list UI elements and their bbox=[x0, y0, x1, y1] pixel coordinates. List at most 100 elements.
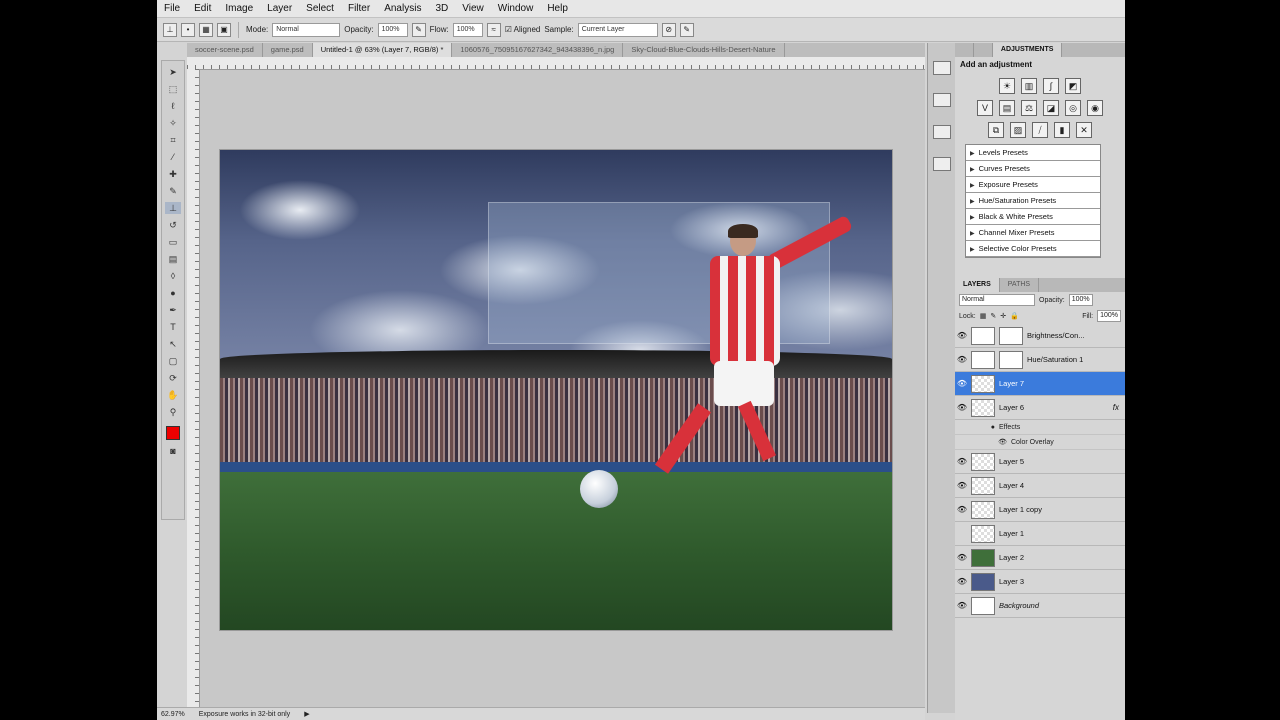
move-tool-icon[interactable]: ➤ bbox=[165, 66, 181, 78]
menu-filter[interactable]: Filter bbox=[341, 3, 377, 14]
layer-row[interactable]: 👁 Layer 1 copy bbox=[955, 498, 1125, 522]
3d-rotate-tool-icon[interactable]: ⟳ bbox=[165, 372, 181, 384]
visibility-eye-icon[interactable]: 👁 bbox=[955, 481, 969, 490]
visibility-eye-icon[interactable]: 👁 bbox=[955, 379, 969, 388]
photo-filter-icon[interactable]: ◎ bbox=[1065, 100, 1081, 116]
exposure-icon[interactable]: ◩ bbox=[1065, 78, 1081, 94]
curves-icon[interactable]: ∫ bbox=[1043, 78, 1059, 94]
toggle-clone-source-icon[interactable]: ▣ bbox=[217, 22, 231, 37]
tab-paths[interactable]: PATHS bbox=[1000, 278, 1040, 292]
ignore-adjustment-icon[interactable]: ⊘ bbox=[661, 22, 676, 37]
layer-row[interactable]: 👁 Layer 4 bbox=[955, 474, 1125, 498]
black-white-icon[interactable]: ◪ bbox=[1043, 100, 1059, 116]
tab-document[interactable]: Sky-Cloud-Blue-Clouds-Hills-Desert-Natur… bbox=[623, 43, 785, 57]
shape-tool-icon[interactable]: ▢ bbox=[165, 355, 181, 367]
layer-mask-thumbnail[interactable] bbox=[999, 326, 1023, 345]
crop-tool-icon[interactable]: ⌗ bbox=[165, 134, 181, 146]
effect-item-row[interactable]: 👁 Color Overlay bbox=[955, 435, 1125, 450]
visibility-eye-icon[interactable]: 👁 bbox=[955, 457, 969, 466]
preset-item[interactable]: Exposure Presets bbox=[966, 177, 1100, 193]
preset-item[interactable]: Levels Presets bbox=[966, 145, 1100, 161]
menu-window[interactable]: Window bbox=[491, 3, 541, 14]
visibility-eye-icon[interactable]: 👁 bbox=[955, 331, 969, 340]
type-tool-icon[interactable]: T bbox=[165, 321, 181, 333]
dodge-tool-icon[interactable]: ● bbox=[165, 287, 181, 299]
visibility-eye-icon[interactable]: 👁 bbox=[955, 577, 969, 586]
hue-saturation-icon[interactable]: ▤ bbox=[999, 100, 1015, 116]
menu-image[interactable]: Image bbox=[218, 3, 260, 14]
selective-color-icon[interactable]: ✕ bbox=[1076, 122, 1092, 138]
preset-item[interactable]: Channel Mixer Presets bbox=[966, 225, 1100, 241]
quick-mask-icon[interactable]: ◙ bbox=[165, 445, 181, 457]
visibility-eye-icon-hidden[interactable] bbox=[955, 529, 969, 538]
tab-document[interactable]: soccer-scene.psd bbox=[187, 43, 263, 57]
menu-analysis[interactable]: Analysis bbox=[377, 3, 428, 14]
tab-empty[interactable] bbox=[955, 43, 974, 57]
brush-tool-icon[interactable]: ✎ bbox=[165, 185, 181, 197]
vertical-ruler[interactable] bbox=[187, 69, 200, 709]
tab-empty[interactable] bbox=[974, 43, 993, 57]
document-image[interactable] bbox=[220, 150, 892, 630]
menu-layer[interactable]: Layer bbox=[260, 3, 299, 14]
lasso-tool-icon[interactable]: ℓ bbox=[165, 100, 181, 112]
airbrush-icon[interactable]: ≈ bbox=[486, 22, 501, 37]
layer-row[interactable]: 👁 Hue/Saturation 1 bbox=[955, 348, 1125, 372]
posterize-icon[interactable]: ▨ bbox=[1010, 122, 1026, 138]
fill-field[interactable]: 100% bbox=[1097, 310, 1121, 322]
menu-view[interactable]: View bbox=[455, 3, 491, 14]
effect-visibility-icon[interactable]: 👁 bbox=[955, 438, 1011, 446]
pressure-opacity-icon[interactable]: ✎ bbox=[411, 22, 426, 37]
preset-item[interactable]: Selective Color Presets bbox=[966, 241, 1100, 257]
lock-position-icon[interactable]: ✛ bbox=[1000, 312, 1006, 320]
quick-select-tool-icon[interactable]: ✧ bbox=[165, 117, 181, 129]
threshold-icon[interactable]: ⧸ bbox=[1032, 122, 1048, 138]
visibility-eye-icon[interactable]: 👁 bbox=[955, 403, 969, 412]
gradient-map-icon[interactable]: ▮ bbox=[1054, 122, 1070, 138]
channel-mixer-icon[interactable]: ◉ bbox=[1087, 100, 1103, 116]
zoom-tool-icon[interactable]: ⚲ bbox=[165, 406, 181, 418]
layer-row[interactable]: 👁 Background bbox=[955, 594, 1125, 618]
tab-document-active[interactable]: Untitled-1 @ 63% (Layer 7, RGB/8) * bbox=[312, 43, 453, 57]
canvas-area[interactable] bbox=[200, 70, 925, 708]
healing-brush-tool-icon[interactable]: ✚ bbox=[165, 168, 181, 180]
eyedropper-tool-icon[interactable]: ⁄ bbox=[165, 151, 181, 163]
lock-pixels-icon[interactable]: ✎ bbox=[990, 312, 996, 320]
layer-row[interactable]: Layer 1 bbox=[955, 522, 1125, 546]
horizontal-ruler[interactable] bbox=[187, 57, 925, 70]
menu-edit[interactable]: Edit bbox=[187, 3, 218, 14]
levels-icon[interactable]: ▥ bbox=[1021, 78, 1037, 94]
lock-transparency-icon[interactable]: ▦ bbox=[980, 312, 987, 320]
effects-row[interactable]: ● Effects bbox=[955, 420, 1125, 435]
layer-row[interactable]: 👁 Layer 6 fx bbox=[955, 396, 1125, 420]
menu-help[interactable]: Help bbox=[540, 3, 575, 14]
layer-row[interactable]: 👁 Layer 2 bbox=[955, 546, 1125, 570]
visibility-eye-icon[interactable]: 👁 bbox=[955, 505, 969, 514]
layer-row[interactable]: 👁 Layer 5 bbox=[955, 450, 1125, 474]
visibility-eye-icon[interactable]: 👁 bbox=[955, 553, 969, 562]
layer-mask-thumbnail[interactable] bbox=[999, 350, 1023, 369]
panel-icon[interactable] bbox=[933, 125, 951, 139]
clone-stamp-tool-icon[interactable]: ⊥ bbox=[165, 202, 181, 214]
flow-field[interactable]: 100% bbox=[452, 22, 483, 37]
menu-file[interactable]: File bbox=[157, 3, 187, 14]
marquee-tool-icon[interactable]: ⬚ bbox=[165, 83, 181, 95]
invert-icon[interactable]: ⧉ bbox=[988, 122, 1004, 138]
fx-icon[interactable]: fx bbox=[1113, 403, 1119, 412]
panel-icon[interactable] bbox=[933, 157, 951, 171]
visibility-eye-icon[interactable]: 👁 bbox=[955, 355, 969, 364]
preset-item[interactable]: Black & White Presets bbox=[966, 209, 1100, 225]
status-arrow-icon[interactable]: ▶ bbox=[304, 710, 309, 718]
history-brush-tool-icon[interactable]: ↺ bbox=[165, 219, 181, 231]
preset-item[interactable]: Curves Presets bbox=[966, 161, 1100, 177]
visibility-eye-icon[interactable]: 👁 bbox=[955, 601, 969, 610]
opacity-field[interactable]: 100% bbox=[377, 22, 408, 37]
tab-layers[interactable]: LAYERS bbox=[955, 278, 1000, 292]
clone-stamp-tool-icon[interactable]: ⊥ bbox=[163, 22, 177, 37]
vibrance-icon[interactable]: V bbox=[977, 100, 993, 116]
mode-select[interactable]: Normal bbox=[272, 22, 341, 37]
zoom-level[interactable]: 62.97% bbox=[161, 711, 185, 718]
eraser-tool-icon[interactable]: ▭ bbox=[165, 236, 181, 248]
panel-icon[interactable] bbox=[933, 93, 951, 107]
panel-icon[interactable] bbox=[933, 61, 951, 75]
preset-item[interactable]: Hue/Saturation Presets bbox=[966, 193, 1100, 209]
